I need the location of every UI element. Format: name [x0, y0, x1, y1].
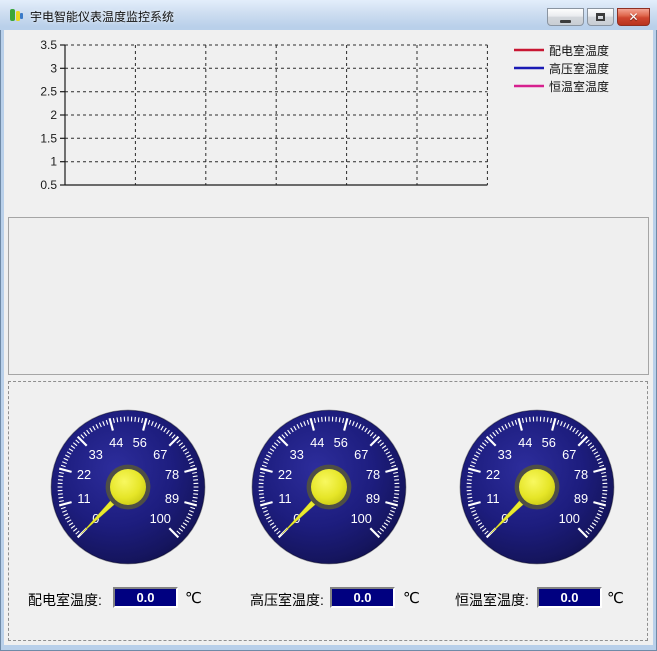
minimize-icon [560, 20, 571, 23]
gauge-hub [519, 469, 555, 505]
gauge-scale-label: 44 [109, 435, 123, 450]
gauge-value-label-3: 恒温室温度: [455, 590, 529, 610]
gauge-scale-label: 44 [310, 435, 324, 450]
minimize-button[interactable] [547, 8, 584, 26]
gauge-unit-3: ℃ [607, 589, 624, 607]
gauge-unit-1: ℃ [185, 589, 202, 607]
gauge-scale-label: 67 [562, 447, 576, 462]
gauge-value-label-1: 配电室温度: [28, 590, 102, 610]
y-tick-label: 2 [50, 108, 57, 122]
y-tick-label: 1 [50, 155, 57, 169]
legend-label: 高压室温度 [549, 60, 609, 77]
y-tick-label: 0.5 [40, 178, 57, 192]
gauge-scale-label: 22 [77, 467, 91, 482]
gauge-dial-1: 01122334456677889100 [48, 407, 208, 567]
app-window: 宇电智能仪表温度监控系统 ✕ [0, 0, 657, 651]
y-tick-label: 2.5 [40, 85, 57, 99]
gauge-value-display-2: 0.0 [330, 587, 395, 608]
legend-item: 恒温室温度 [514, 77, 609, 95]
y-tick-label: 1.5 [40, 131, 57, 145]
gauge-scale-label: 100 [559, 511, 580, 526]
gauge-value-display-3: 0.0 [537, 587, 602, 608]
gauge-scale-label: 89 [165, 491, 179, 506]
gauge-scale-label: 33 [498, 447, 512, 462]
chart-legend: 配电室温度 高压室温度 恒温室温度 [514, 41, 609, 95]
gauge-scale-label: 22 [278, 467, 292, 482]
gauge-scale-label: 100 [150, 511, 171, 526]
gauge-scale-label: 33 [290, 447, 304, 462]
y-tick-label: 3.5 [40, 38, 57, 52]
y-tick-label: 3 [50, 61, 57, 75]
message-panel [8, 217, 649, 375]
legend-label: 配电室温度 [549, 42, 609, 59]
close-icon: ✕ [628, 11, 638, 23]
title-bar[interactable]: 宇电智能仪表温度监控系统 ✕ [0, 0, 657, 30]
trend-chart: 3.5 3 2.5 2 1.5 1 0.5 [20, 36, 505, 196]
gauge-scale-label: 11 [486, 491, 499, 506]
chart-gridlines [65, 45, 487, 185]
gauge-scale-label: 22 [486, 467, 500, 482]
window-title: 宇电智能仪表温度监控系统 [30, 8, 174, 25]
legend-item: 配电室温度 [514, 41, 609, 59]
gauge-dial-2: 01122334456677889100 [249, 407, 409, 567]
gauge-unit-2: ℃ [403, 589, 420, 607]
gauge-scale-label: 78 [366, 467, 380, 482]
gauge-value-display-1: 0.0 [113, 587, 178, 608]
chart-y-axis-labels: 3.5 3 2.5 2 1.5 1 0.5 [40, 38, 57, 192]
gauge-scale-label: 67 [153, 447, 167, 462]
gauge-scale-label: 56 [133, 435, 147, 450]
gauge-scale-label: 78 [165, 467, 179, 482]
gauge-scale-label: 11 [77, 491, 90, 506]
maximize-icon [596, 13, 605, 21]
maximize-button[interactable] [587, 8, 614, 26]
gauge-scale-label: 33 [89, 447, 103, 462]
close-button[interactable]: ✕ [617, 8, 650, 26]
gauge-scale-label: 11 [278, 491, 291, 506]
gauge-scale-label: 56 [334, 435, 348, 450]
gauge-scale-label: 67 [354, 447, 368, 462]
gauge-hub [311, 469, 347, 505]
gauge-scale-label: 89 [366, 491, 380, 506]
gauge-scale-label: 89 [574, 491, 588, 506]
gauge-scale-label: 100 [351, 511, 372, 526]
gauge-value-label-2: 高压室温度: [250, 590, 324, 610]
chart-axes [60, 45, 487, 185]
gauge-scale-label: 56 [542, 435, 556, 450]
gauge-dial-3: 01122334456677889100 [457, 407, 617, 567]
gauge-scale-label: 44 [518, 435, 532, 450]
gauge-hub [110, 469, 146, 505]
app-icon [9, 7, 25, 23]
legend-label: 恒温室温度 [549, 78, 609, 95]
gauge-scale-label: 78 [574, 467, 588, 482]
legend-item: 高压室温度 [514, 59, 609, 77]
